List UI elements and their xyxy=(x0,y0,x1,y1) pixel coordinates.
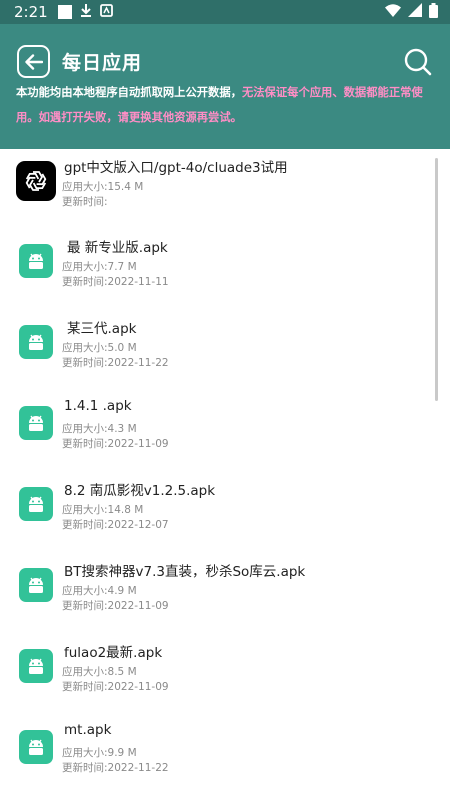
list-item[interactable]: fulao2最新.apk 应用大小:8.5 M 更新时间:2022-11-09 xyxy=(0,634,440,714)
android-icon xyxy=(19,730,53,764)
status-bar: 2:21 xyxy=(0,0,450,24)
app-size: 应用大小:15.4 M xyxy=(62,181,144,193)
app-updated: 更新时间:2022-11-09 xyxy=(62,600,169,612)
page-title: 每日应用 xyxy=(62,52,143,74)
back-arrow-icon xyxy=(24,53,43,70)
app-size: 应用大小:7.7 M xyxy=(62,261,137,273)
app-updated: 更新时间:2022-12-07 xyxy=(62,519,169,531)
android-icon xyxy=(19,568,53,602)
notice-prefix: 本功能均由本地程序自动抓取网上公开数据， xyxy=(16,86,242,99)
square-notification-icon xyxy=(57,5,72,19)
app-size: 应用大小:5.0 M xyxy=(62,342,137,354)
app-name: gpt中文版入口/gpt-4o/cluade3试用 xyxy=(64,160,288,176)
android-icon xyxy=(19,244,53,278)
battery-icon xyxy=(429,2,438,22)
list-item[interactable]: 1.4.1 .apk 应用大小:4.3 M 更新时间:2022-11-09 xyxy=(0,391,440,471)
app-name: fulao2最新.apk xyxy=(64,645,163,661)
app-updated: 更新时间: xyxy=(62,196,108,208)
app-header: 每日应用 本功能均由本地程序自动抓取网上公开数据，无法保证每个应用、数据都能正常… xyxy=(0,24,450,149)
app-size: 应用大小:14.8 M xyxy=(62,504,144,516)
app-size: 应用大小:4.9 M xyxy=(62,585,137,597)
list-scrollbar[interactable] xyxy=(435,158,438,401)
app-updated: 更新时间:2022-11-22 xyxy=(62,357,169,369)
app-notification-icon xyxy=(99,3,113,21)
app-updated: 更新时间:2022-11-09 xyxy=(62,681,169,693)
app-name: 1.4.1 .apk xyxy=(64,398,132,414)
app-updated: 更新时间:2022-11-22 xyxy=(62,762,169,774)
search-icon xyxy=(404,48,432,76)
app-name: 最 新专业版.apk xyxy=(67,240,168,256)
list-item[interactable]: gpt中文版入口/gpt-4o/cluade3试用 应用大小:15.4 M 更新… xyxy=(0,149,440,229)
wifi-icon xyxy=(385,3,401,21)
list-item[interactable]: BT搜索神器v7.3直装，秒杀So库云.apk 应用大小:4.9 M 更新时间:… xyxy=(0,553,440,633)
app-name: BT搜索神器v7.3直装，秒杀So库云.apk xyxy=(64,564,306,580)
notice-text: 本功能均由本地程序自动抓取网上公开数据，无法保证每个应用、数据都能正常使用。如遇… xyxy=(16,80,441,130)
app-updated: 更新时间:2022-11-09 xyxy=(62,438,169,450)
android-icon xyxy=(19,649,53,683)
app-size: 应用大小:4.3 M xyxy=(62,423,137,435)
app-size: 应用大小:9.9 M xyxy=(62,747,137,759)
list-item[interactable]: 8.2 南瓜影视v1.2.5.apk 应用大小:14.8 M 更新时间:2022… xyxy=(0,472,440,552)
download-icon xyxy=(80,3,92,21)
signal-icon xyxy=(408,3,422,21)
app-name: 8.2 南瓜影视v1.2.5.apk xyxy=(64,483,216,499)
android-icon xyxy=(19,406,53,440)
app-name: mt.apk xyxy=(64,722,112,738)
android-icon xyxy=(19,487,53,521)
android-icon xyxy=(19,325,53,359)
list-item[interactable]: 最 新专业版.apk 应用大小:7.7 M 更新时间:2022-11-11 xyxy=(0,229,440,309)
app-name: 某三代.apk xyxy=(67,321,137,337)
app-list[interactable]: gpt中文版入口/gpt-4o/cluade3试用 应用大小:15.4 M 更新… xyxy=(0,149,450,800)
app-size: 应用大小:8.5 M xyxy=(62,666,137,678)
list-item[interactable]: 某三代.apk 应用大小:5.0 M 更新时间:2022-11-22 xyxy=(0,310,440,390)
search-button[interactable] xyxy=(404,48,432,76)
openai-icon xyxy=(16,161,56,201)
list-item[interactable]: mt.apk 应用大小:9.9 M 更新时间:2022-11-22 xyxy=(0,715,440,795)
status-time: 2:21 xyxy=(14,3,48,21)
back-button[interactable] xyxy=(17,45,50,78)
app-updated: 更新时间:2022-11-11 xyxy=(62,276,169,288)
